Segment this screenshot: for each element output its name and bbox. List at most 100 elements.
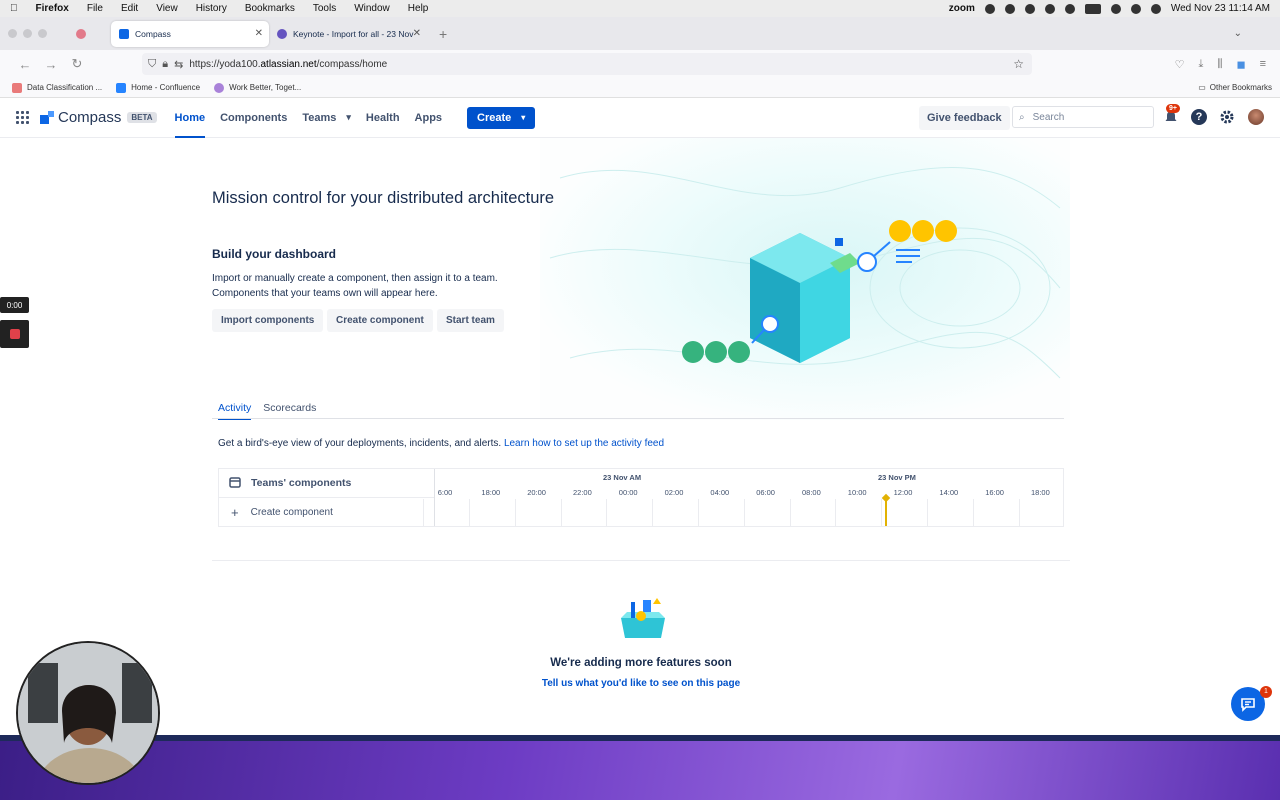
menu-icon[interactable]: ≡ xyxy=(1260,58,1266,71)
pinned-tab[interactable] xyxy=(61,28,101,39)
menu-app-name[interactable]: Firefox xyxy=(36,3,69,14)
new-tab-icon[interactable]: + xyxy=(439,26,447,42)
close-tab-icon[interactable]: ✕ xyxy=(413,28,421,39)
bookmark-star-icon[interactable]: ☆ xyxy=(1013,57,1024,71)
tray-icon[interactable] xyxy=(1004,3,1015,14)
shield-icon[interactable]: ⛉ xyxy=(148,58,156,71)
nav-health[interactable]: Health xyxy=(366,98,400,138)
activity-feed-link[interactable]: Learn how to set up the activity feed xyxy=(504,438,664,449)
tray-icon[interactable] xyxy=(1044,3,1055,14)
current-time-marker-head xyxy=(881,493,890,503)
timeline-hour-label: 14:00 xyxy=(939,488,959,497)
menu-file[interactable]: File xyxy=(87,3,103,14)
app-header: Compass BETA Home Components Teams ▾ Heal… xyxy=(0,98,1280,138)
tray-icon[interactable] xyxy=(984,3,995,14)
reload-icon[interactable]: ↻ xyxy=(64,56,90,72)
tab-bar: Compass ✕ Keynote - Import for all - 23 … xyxy=(0,17,1280,50)
menu-view[interactable]: View xyxy=(156,3,178,14)
section-description: Import or manually create a component, t… xyxy=(212,273,498,299)
nav-teams[interactable]: Teams ▾ xyxy=(302,98,351,138)
nav-home[interactable]: Home xyxy=(174,98,205,138)
search-input[interactable]: ⌕ Search xyxy=(1012,106,1154,128)
help-icon[interactable]: ? xyxy=(1191,109,1207,125)
toolbar-icons: ♡ ⤓ ⫼ ◼ ≡ xyxy=(1175,58,1280,71)
extension-icon[interactable]: ◼ xyxy=(1236,58,1245,71)
maximize-window-button[interactable] xyxy=(38,29,47,38)
timeline-gridline xyxy=(423,499,425,526)
apple-icon[interactable]:  xyxy=(10,3,18,14)
library-icon[interactable]: ⫼ xyxy=(1217,58,1222,71)
close-window-button[interactable] xyxy=(8,29,17,38)
close-tab-icon[interactable]: ✕ xyxy=(255,28,263,39)
pinned-tab-icon xyxy=(76,28,86,39)
menubar-clock[interactable]: Wed Nov 23 11:14 AM xyxy=(1171,3,1270,14)
compass-logo[interactable]: Compass xyxy=(40,109,121,126)
logo-text: Compass xyxy=(58,109,122,126)
timeline-gridline xyxy=(468,499,470,526)
timeline-gridline xyxy=(926,499,928,526)
create-label: Create xyxy=(477,111,512,124)
timeline-date-label: 23 Nov AM xyxy=(603,473,642,482)
url-bar[interactable]: ⛉ 🔒︎ ⇆ https://yoda100. atlassian.net/com… xyxy=(142,53,1032,75)
start-team-button[interactable]: Start team xyxy=(437,309,504,332)
chevron-down-icon[interactable]: ⌄ xyxy=(1234,28,1242,39)
teams-components-row: Teams' components xyxy=(219,469,434,498)
bluetooth-icon[interactable] xyxy=(1064,3,1075,14)
bookmark-item[interactable]: Data Classification ... xyxy=(12,82,102,93)
settings-gear-icon[interactable] xyxy=(1219,109,1235,125)
bookmark-label: Home - Confluence xyxy=(131,83,201,92)
back-arrow-icon[interactable]: ← xyxy=(12,57,38,72)
nav-components[interactable]: Components xyxy=(220,98,287,138)
feedback-link[interactable]: Tell us what you'd like to see on this p… xyxy=(0,678,1280,689)
search-placeholder: Search xyxy=(1032,111,1065,123)
timeline-gridline xyxy=(652,499,654,526)
forward-arrow-icon[interactable]: → xyxy=(38,57,64,72)
menu-tools[interactable]: Tools xyxy=(313,3,336,14)
control-center-icon[interactable] xyxy=(1150,3,1161,14)
minimize-window-button[interactable] xyxy=(23,29,32,38)
timeline-grid: 23 Nov AM 23 Nov PM 6:00 18:00 20:00 22:00 0… xyxy=(423,469,1063,526)
menu-bookmarks[interactable]: Bookmarks xyxy=(245,3,295,14)
timeline-hour-label: 04:00 xyxy=(710,488,730,497)
tab-compass[interactable]: Compass ✕ xyxy=(111,20,269,47)
beta-badge: BETA xyxy=(127,112,157,123)
menu-window[interactable]: Window xyxy=(354,3,390,14)
create-component-button[interactable]: Create component xyxy=(327,309,433,332)
battery-icon[interactable] xyxy=(1084,3,1101,14)
timeline-hour-label: 10:00 xyxy=(847,488,867,497)
plus-icon: + xyxy=(231,504,239,520)
create-button[interactable]: Create ▾ xyxy=(467,106,536,129)
timeline-hour-label: 18:00 xyxy=(1031,488,1050,497)
timeline-gridline xyxy=(606,499,608,526)
wifi-icon[interactable] xyxy=(1110,3,1121,14)
tab-label: Compass xyxy=(135,28,171,39)
download-icon[interactable]: ⤓ xyxy=(1199,58,1204,71)
lock-icon[interactable]: 🔒︎ xyxy=(162,58,168,71)
zoom-tray-label[interactable]: zoom xyxy=(949,3,975,14)
other-bookmarks[interactable]: ▭ Other Bookmarks xyxy=(1198,83,1272,92)
create-component-row[interactable]: + Create component xyxy=(219,498,434,526)
timeline-hour-label: 20:00 xyxy=(527,488,546,497)
bookmark-item[interactable]: Work Better, Toget... xyxy=(214,82,301,93)
tab-keynote[interactable]: Keynote - Import for all - 23 Nov ✕ xyxy=(269,21,427,47)
section-subtitle: Build your dashboard xyxy=(212,247,337,261)
nav-apps[interactable]: Apps xyxy=(415,98,443,138)
spotlight-search-icon[interactable] xyxy=(1130,3,1141,14)
compass-favicon-icon xyxy=(119,28,129,39)
give-feedback-button[interactable]: Give feedback xyxy=(919,106,1010,130)
menu-history[interactable]: History xyxy=(196,3,227,14)
tray-icon[interactable] xyxy=(1024,3,1035,14)
app-switcher-icon[interactable] xyxy=(16,110,30,125)
timeline-gridline xyxy=(972,499,974,526)
timeline-gridline xyxy=(835,499,837,526)
import-components-button[interactable]: Import components xyxy=(212,309,324,332)
user-avatar[interactable] xyxy=(1248,109,1264,125)
bookmark-item[interactable]: Home - Confluence xyxy=(116,82,201,93)
menu-edit[interactable]: Edit xyxy=(121,3,138,14)
pocket-icon[interactable]: ♡ xyxy=(1175,58,1185,71)
stop-recording-button[interactable] xyxy=(0,320,29,348)
menu-help[interactable]: Help xyxy=(408,3,429,14)
chat-icon xyxy=(1241,698,1255,712)
timeline-sidebar: Teams' components + Create component xyxy=(219,469,435,526)
permissions-icon[interactable]: ⇆ xyxy=(174,58,183,71)
